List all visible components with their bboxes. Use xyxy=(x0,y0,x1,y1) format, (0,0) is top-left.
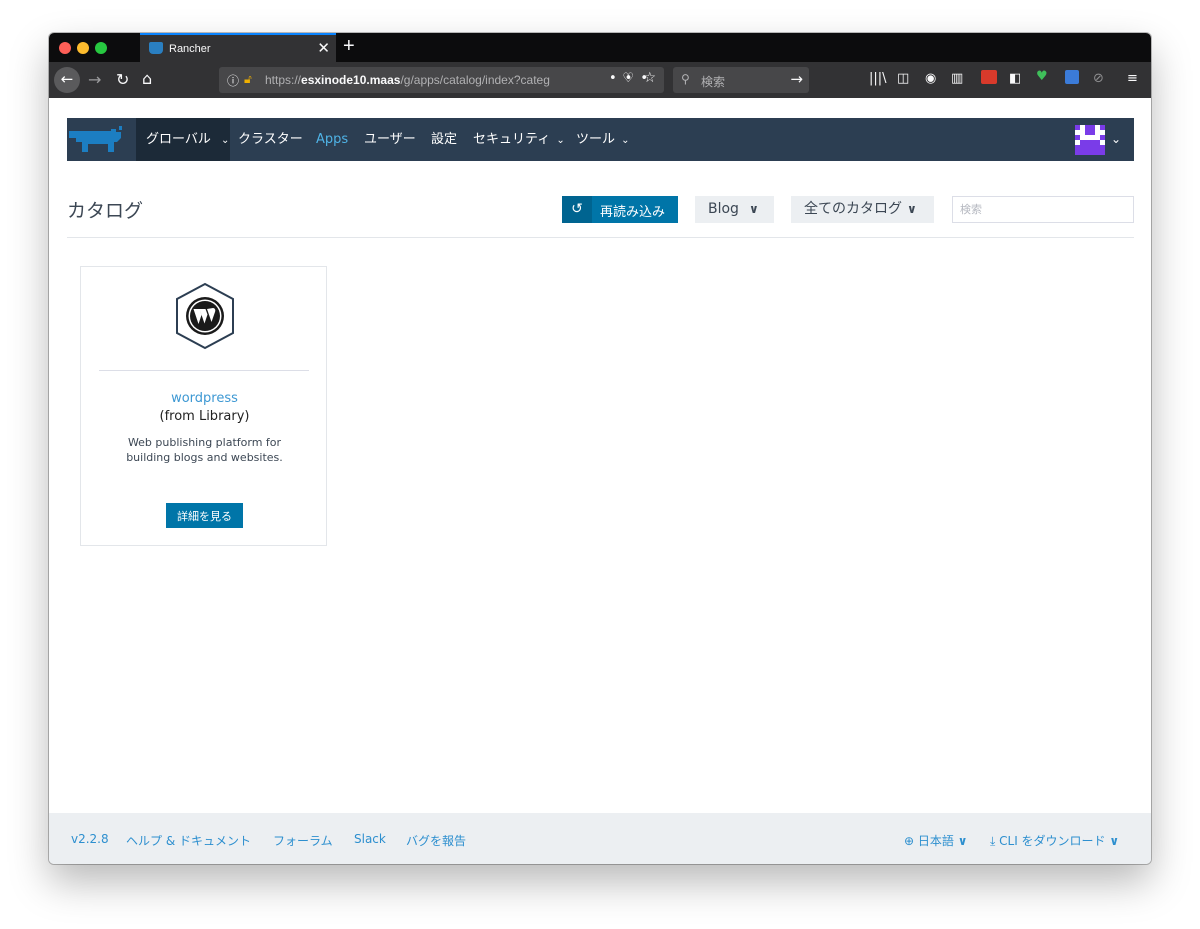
cli-download-dropdown[interactable]: ⤓ CLI をダウンロード ∨ xyxy=(990,832,1119,849)
url-text: https://esxinode10.maas/g/apps/catalog/i… xyxy=(265,73,550,87)
download-icon: ⤓ xyxy=(990,834,996,848)
shield-badge-icon[interactable]: ♥ xyxy=(1036,69,1048,84)
catalog-select-dropdown[interactable]: 全てのカタログ ∨ xyxy=(791,196,934,223)
browser-tab-rancher[interactable]: Rancher ✕ xyxy=(140,33,336,62)
translate-icon[interactable] xyxy=(1065,70,1079,84)
nav-global-dropdown[interactable]: グローバル ⌄ xyxy=(136,118,230,161)
info-icon[interactable]: ⓘ xyxy=(227,72,239,89)
library-icon[interactable]: |||\ xyxy=(869,71,887,86)
refresh-label: 再読み込み xyxy=(600,205,666,220)
url-bar[interactable]: ⓘ 🔓︎ https://esxinode10.maas/g/apps/cata… xyxy=(219,67,664,93)
cli-download-label: CLI をダウンロード xyxy=(999,834,1106,848)
chevron-down-icon: ⌄ xyxy=(621,135,630,146)
app-description: Web publishing platform for building blo… xyxy=(126,436,283,464)
chevron-down-icon: ⌄ xyxy=(221,135,230,146)
home-icon[interactable]: ⌂ xyxy=(142,71,152,87)
pocket-icon[interactable]: ♡ xyxy=(622,71,634,86)
search-go-arrow-icon[interactable]: → xyxy=(790,70,803,88)
nav-security-dropdown[interactable]: セキュリティ ⌄ xyxy=(473,118,565,161)
catalog-search-input[interactable] xyxy=(952,196,1134,223)
account-icon[interactable]: ◉ xyxy=(925,71,936,86)
language-dropdown[interactable]: ⊕ 日本語 ∨ xyxy=(904,832,967,849)
minimize-window-button[interactable] xyxy=(77,42,89,54)
reload-icon[interactable]: ↻ xyxy=(116,72,129,88)
version-link[interactable]: v2.2.8 xyxy=(71,832,109,846)
chevron-down-icon: ∨ xyxy=(907,202,917,216)
header-divider xyxy=(67,237,1134,238)
new-tab-button[interactable]: + xyxy=(343,35,355,58)
rancher-logo-icon[interactable] xyxy=(67,118,136,161)
bookmark-star-icon[interactable]: ☆ xyxy=(643,70,656,86)
category-dropdown[interactable]: Blog ∨ xyxy=(695,196,774,223)
help-docs-link[interactable]: ヘルプ & ドキュメント xyxy=(126,832,251,849)
card-divider xyxy=(99,370,309,371)
refresh-icon: ↺ xyxy=(562,196,592,223)
page-title: カタログ xyxy=(67,200,144,222)
nav-apps[interactable]: Apps xyxy=(316,118,348,161)
nav-security-label: セキュリティ xyxy=(473,132,551,147)
tab-bar: Rancher ✕ + xyxy=(49,33,1151,62)
extension-bars-icon[interactable]: ▥ xyxy=(951,71,963,86)
insecure-lock-icon[interactable]: 🔓︎ xyxy=(244,72,252,87)
chevron-down-icon: ∨ xyxy=(957,834,968,848)
wordpress-logo-icon xyxy=(176,282,234,350)
page-footer: v2.2.8 ヘルプ & ドキュメント フォーラム Slack バグを報告 ⊕ … xyxy=(49,813,1151,864)
forum-link[interactable]: フォーラム xyxy=(273,832,333,849)
nav-settings[interactable]: 設定 xyxy=(431,118,457,161)
tab-title: Rancher xyxy=(169,43,211,55)
avatar-chevron-down-icon[interactable]: ⌄ xyxy=(1111,118,1121,161)
tab-close-icon[interactable]: ✕ xyxy=(317,39,330,57)
user-avatar[interactable] xyxy=(1075,125,1105,155)
app-source: (from Library) xyxy=(159,409,250,424)
slack-link[interactable]: Slack xyxy=(354,832,386,846)
nav-global-label: グローバル xyxy=(146,132,211,147)
nav-cluster[interactable]: クラスター xyxy=(238,118,303,161)
view-details-button[interactable]: 詳細を見る xyxy=(166,503,243,528)
search-placeholder: 検索 xyxy=(701,75,726,89)
browser-search-bar[interactable]: ⚲ 検索 → xyxy=(673,67,809,93)
lastpass-icon[interactable] xyxy=(981,70,997,84)
close-window-button[interactable] xyxy=(59,42,71,54)
rancher-favicon-icon xyxy=(149,42,163,54)
catalog-card-wordpress[interactable]: wordpress (from Library) Web publishing … xyxy=(80,266,327,546)
chevron-down-icon: ∨ xyxy=(749,202,759,216)
chevron-down-icon: ∨ xyxy=(1109,834,1120,848)
language-label: 日本語 xyxy=(917,834,954,848)
chevron-down-icon: ⌄ xyxy=(556,135,565,146)
sidebar-icon[interactable]: ◫ xyxy=(897,71,909,86)
globe-icon: ⊕ xyxy=(904,834,915,848)
browser-toolbar: ← → ↻ ⌂ ⓘ 🔓︎ https://esxinode10.maas/g/a… xyxy=(49,62,1151,98)
nav-users[interactable]: ユーザー xyxy=(364,118,416,161)
back-arrow-icon[interactable]: ← xyxy=(54,67,80,93)
refresh-button[interactable]: ↺ 再読み込み xyxy=(562,196,678,223)
browser-window: Rancher ✕ + ← → ↻ ⌂ ⓘ 🔓︎ https://esxinod… xyxy=(49,33,1151,864)
category-dropdown-label: Blog xyxy=(708,201,739,217)
report-bug-link[interactable]: バグを報告 xyxy=(406,832,466,849)
block-icon[interactable]: ⊘ xyxy=(1093,71,1104,86)
menu-hamburger-icon[interactable]: ≡ xyxy=(1127,71,1138,86)
nav-tools-label: ツール xyxy=(576,132,616,147)
extension-box-icon[interactable]: ◧ xyxy=(1009,71,1021,86)
forward-arrow-icon[interactable]: → xyxy=(88,72,101,88)
search-icon: ⚲ xyxy=(681,72,690,86)
app-name-link[interactable]: wordpress xyxy=(81,391,328,406)
zoom-window-button[interactable] xyxy=(95,42,107,54)
nav-tools-dropdown[interactable]: ツール ⌄ xyxy=(576,118,630,161)
rancher-header: グローバル ⌄ クラスター Apps ユーザー 設定 セキュリティ ⌄ ツール … xyxy=(67,118,1134,161)
catalog-select-label: 全てのカタログ xyxy=(804,201,902,217)
